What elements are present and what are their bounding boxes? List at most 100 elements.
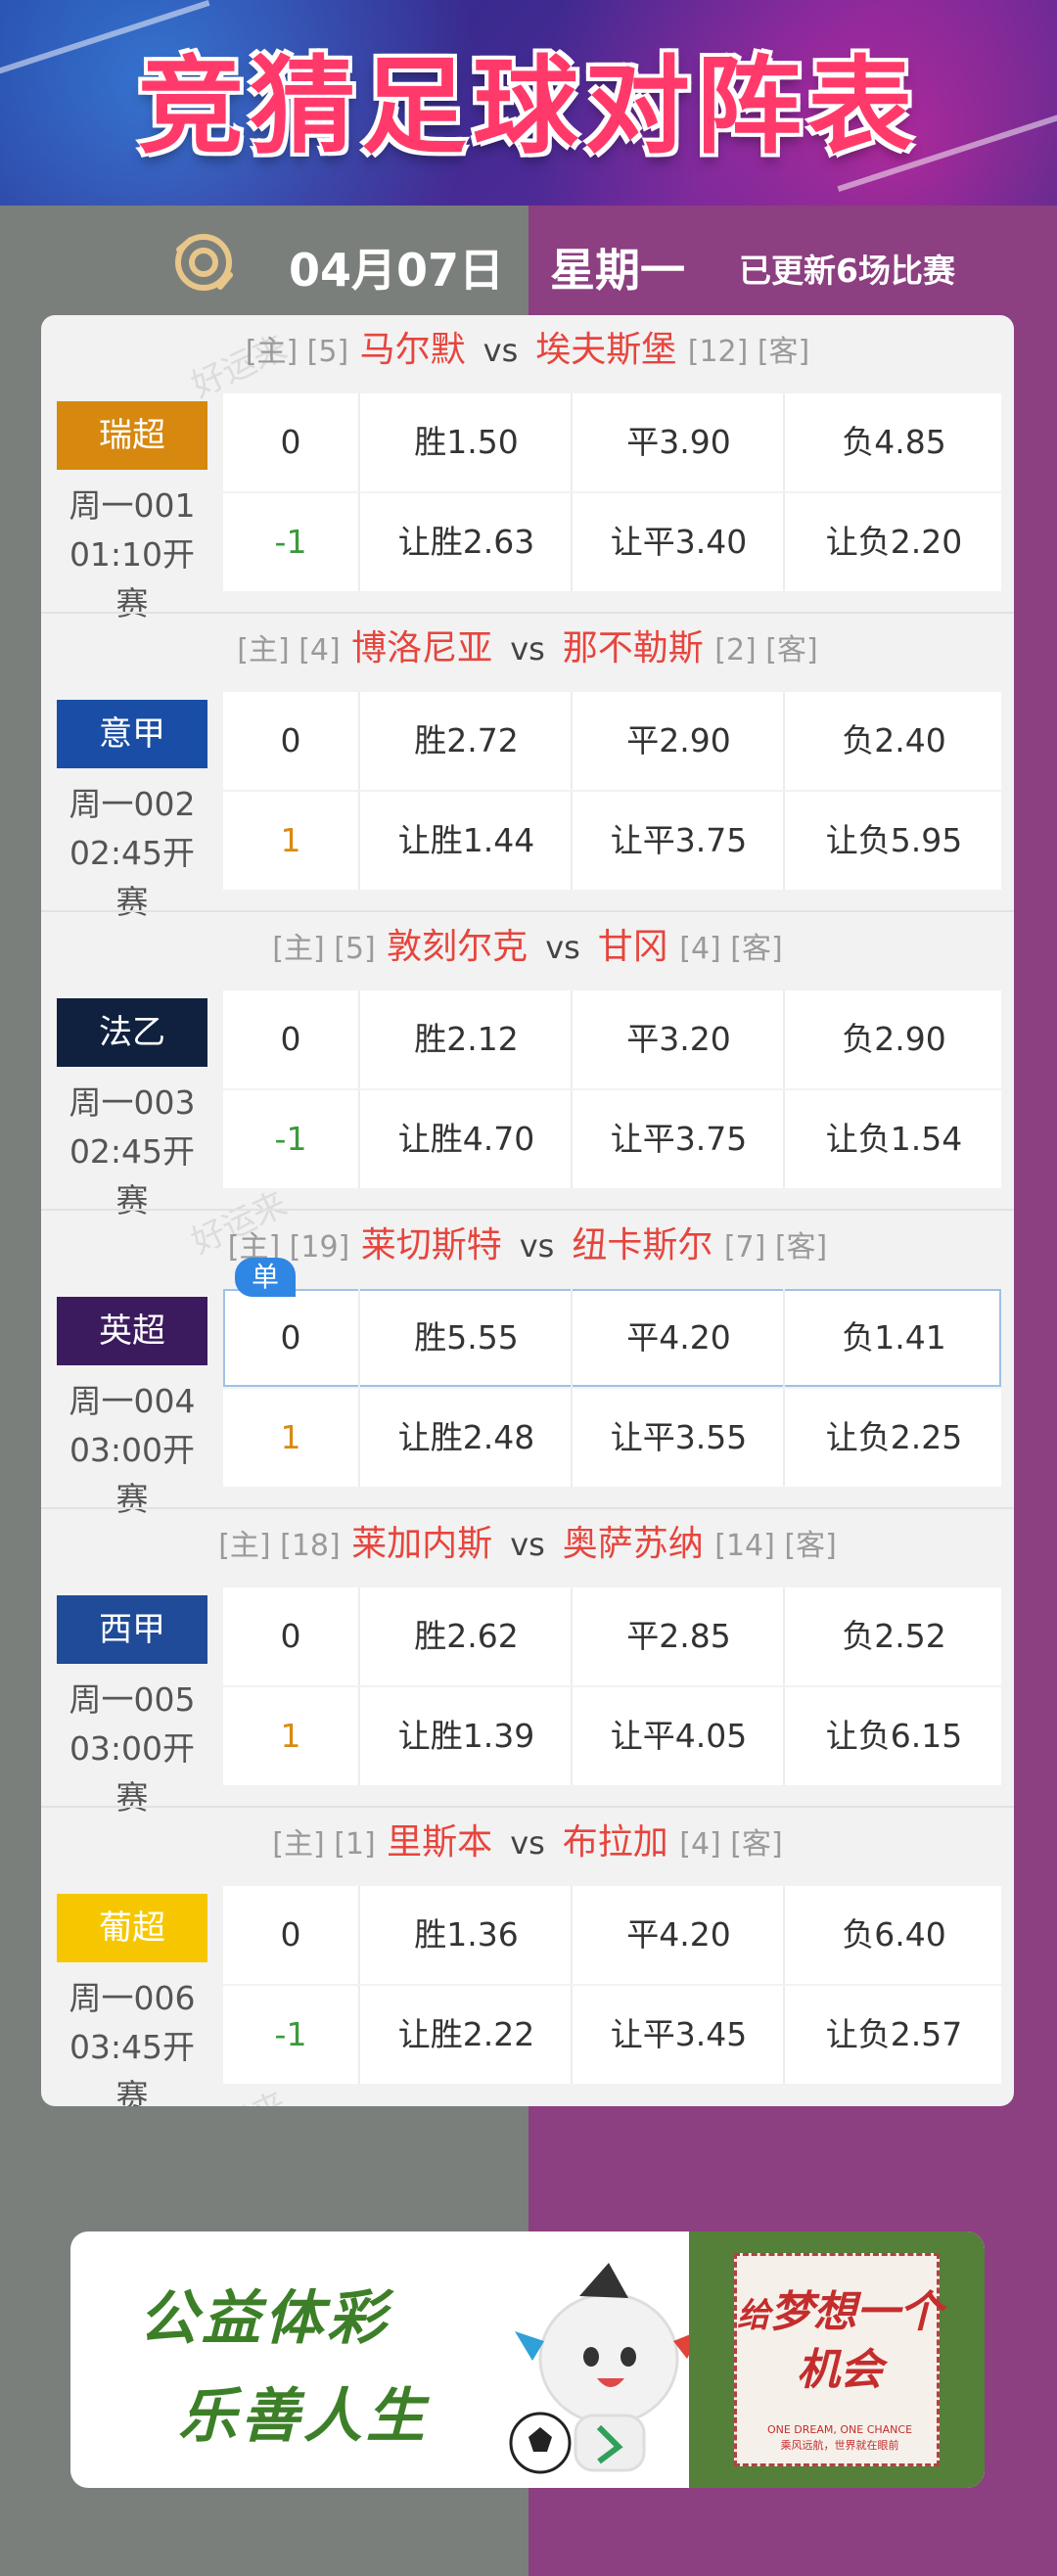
kickoff-time: 03:45开赛 xyxy=(69,2028,196,2106)
odds-handicap-lose[interactable]: 让负5.95 xyxy=(787,792,1001,890)
away-meta: [7] [客] xyxy=(723,1230,828,1265)
odds-win[interactable]: 胜1.50 xyxy=(362,393,573,491)
odds-draw[interactable]: 平4.20 xyxy=(574,1289,785,1387)
odds-handicap-lose[interactable]: 让负2.57 xyxy=(787,1986,1001,2084)
away-meta: [12] [客] xyxy=(687,335,810,369)
match-code: 周一001 xyxy=(69,486,196,525)
versus-label: vs xyxy=(519,1227,555,1265)
odds-draw[interactable]: 平2.85 xyxy=(574,1587,785,1685)
away-team: 甘冈 xyxy=(597,927,668,967)
odds-lose[interactable]: 负2.52 xyxy=(787,1587,1001,1685)
poster-subtext: ONE DREAM, ONE CHANCE 乘风远航，世界就在眼前 xyxy=(737,2422,942,2454)
match-info: 周一002 02:45开赛 xyxy=(57,780,207,927)
odds-draw[interactable]: 平3.20 xyxy=(574,990,785,1088)
promo-banner[interactable]: 公益体彩 乐善人生 给梦想一个 机会 ONE DREAM, ONE CHANCE… xyxy=(70,2231,985,2488)
odds-draw[interactable]: 平4.20 xyxy=(574,1886,785,1984)
poster-word: 梦想一个 xyxy=(770,2287,942,2337)
match-code: 周一002 xyxy=(69,785,196,823)
home-team: 敦刻尔克 xyxy=(387,927,528,967)
league-badge: 法乙 xyxy=(57,998,207,1067)
odds-row-handicap: 1 让胜2.48 让平3.55 让负2.25 xyxy=(223,1389,1001,1487)
match-code: 周一005 xyxy=(69,1680,196,1719)
odds-handicap-draw[interactable]: 让平3.40 xyxy=(574,493,785,591)
odds-row-standard: 0 胜2.12 平3.20 负2.90 xyxy=(223,990,1001,1088)
odds-draw[interactable]: 平3.90 xyxy=(574,393,785,491)
away-meta: [2] [客] xyxy=(714,633,818,667)
match-block: [主] [19] 莱切斯特 vs 纽卡斯尔 [7] [客] 英超 周一004 03:00开… xyxy=(41,1211,1014,1518)
odds-lose[interactable]: 负2.40 xyxy=(787,692,1001,790)
odds-win[interactable]: 胜2.62 xyxy=(362,1587,573,1685)
odds-handicap-draw[interactable]: 让平3.75 xyxy=(574,792,785,890)
odds-handicap-win[interactable]: 让胜1.44 xyxy=(362,792,573,890)
handicap-cell: 0 xyxy=(223,393,360,491)
slogan-line2: 乐善人生 xyxy=(178,2382,429,2451)
odds-row-handicap: -1 让胜2.22 让平3.45 让负2.57 xyxy=(223,1986,1001,2084)
away-meta: [4] [客] xyxy=(679,932,783,966)
handicap-cell: -1 xyxy=(223,1986,360,2084)
league-badge: 英超 xyxy=(57,1297,207,1365)
odds-handicap-draw[interactable]: 让平4.05 xyxy=(574,1687,785,1785)
match-block: [主] [4] 博洛尼亚 vs 那不勒斯 [2] [客] 意甲 周一002 02:45开赛… xyxy=(41,614,1014,921)
match-block: [主] [18] 莱加内斯 vs 奥萨苏纳 [14] [客] 西甲 周一005 03:00… xyxy=(41,1509,1014,1817)
handicap-cell: 0 xyxy=(223,1886,360,1984)
dream-poster: 给梦想一个 机会 ONE DREAM, ONE CHANCE 乘风远航，世界就在… xyxy=(689,2231,985,2488)
odds-win[interactable]: 胜2.72 xyxy=(362,692,573,790)
home-team: 博洛尼亚 xyxy=(351,628,493,668)
match-teams: [主] [4] 博洛尼亚 vs 那不勒斯 [2] [客] xyxy=(41,621,1014,676)
odds-handicap-win[interactable]: 让胜2.48 xyxy=(362,1389,573,1487)
match-info: 周一005 03:00开赛 xyxy=(57,1676,207,1822)
home-meta: [主] [1] xyxy=(272,1827,376,1862)
match-teams: [主] [5] 马尔默 vs 埃夫斯堡 [12] [客] xyxy=(41,323,1014,378)
match-teams: [主] [18] 莱加内斯 vs 奥萨苏纳 [14] [客] xyxy=(41,1517,1014,1572)
odds-grid: 0 胜1.36 平4.20 负6.40 -1 让胜2.22 让平3.45 让负2.57 xyxy=(223,1886,1001,2084)
handicap-cell: 0 xyxy=(223,1587,360,1685)
odds-draw[interactable]: 平2.90 xyxy=(574,692,785,790)
odds-handicap-lose[interactable]: 让负2.25 xyxy=(787,1389,1001,1487)
handicap-cell: 1 xyxy=(223,792,360,890)
odds-handicap-lose[interactable]: 让负2.20 xyxy=(787,493,1001,591)
odds-handicap-draw[interactable]: 让平3.45 xyxy=(574,1986,785,2084)
away-team: 奥萨苏纳 xyxy=(562,1524,704,1564)
odds-lose[interactable]: 负6.40 xyxy=(787,1886,1001,1984)
odds-row-standard: 0 胜1.50 平3.90 负4.85 xyxy=(223,393,1001,491)
odds-handicap-lose[interactable]: 让负1.54 xyxy=(787,1090,1001,1188)
match-block: [主] [5] 马尔默 vs 埃夫斯堡 [12] [客] 瑞超 周一001 01:10开赛… xyxy=(41,315,1014,622)
odds-row-handicap: 1 让胜1.39 让平4.05 让负6.15 xyxy=(223,1687,1001,1785)
odds-handicap-win[interactable]: 让胜1.39 xyxy=(362,1687,573,1785)
match-code: 周一003 xyxy=(69,1083,196,1122)
match-info: 周一001 01:10开赛 xyxy=(57,482,207,628)
update-count: 已更新6场比赛 xyxy=(739,252,955,290)
odds-handicap-win[interactable]: 让胜2.63 xyxy=(362,493,573,591)
odds-handicap-win[interactable]: 让胜2.22 xyxy=(362,1986,573,2084)
home-team: 里斯本 xyxy=(387,1822,493,1863)
odds-handicap-draw[interactable]: 让平3.55 xyxy=(574,1389,785,1487)
odds-row-handicap: -1 让胜4.70 让平3.75 让负1.54 xyxy=(223,1090,1001,1188)
odds-win[interactable]: 胜1.36 xyxy=(362,1886,573,1984)
handicap-cell: 1 xyxy=(223,1389,360,1487)
odds-grid: 0 胜2.12 平3.20 负2.90 -1 让胜4.70 让平3.75 让负1.54 xyxy=(223,990,1001,1188)
match-block: [主] [1] 里斯本 vs 布拉加 [4] [客] 葡超 周一006 03:45开赛 0 胜… xyxy=(41,1808,1014,2106)
odds-win[interactable]: 胜2.12 xyxy=(362,990,573,1088)
mascot-icon xyxy=(509,2263,703,2474)
match-code: 周一004 xyxy=(69,1382,196,1420)
odds-win[interactable]: 胜5.55 xyxy=(362,1289,573,1387)
slogan-line1: 公益体彩 xyxy=(139,2284,390,2353)
handicap-cell: -1 xyxy=(223,1090,360,1188)
odds-row-handicap: 1 让胜1.44 让平3.75 让负5.95 xyxy=(223,792,1001,890)
home-team: 莱加内斯 xyxy=(351,1524,493,1564)
odds-lose[interactable]: 负1.41 xyxy=(787,1289,1001,1387)
top-banner: 竞猜足球对阵表 xyxy=(0,0,1057,206)
away-team: 埃夫斯堡 xyxy=(535,330,677,370)
odds-lose[interactable]: 负4.85 xyxy=(787,393,1001,491)
odds-lose[interactable]: 负2.90 xyxy=(787,990,1001,1088)
home-meta: [主] [18] xyxy=(218,1529,341,1563)
weekday: 星期一 xyxy=(550,244,685,297)
odds-handicap-draw[interactable]: 让平3.75 xyxy=(574,1090,785,1188)
match-date: 04月07日 xyxy=(289,244,505,297)
odds-handicap-lose[interactable]: 让负6.15 xyxy=(787,1687,1001,1785)
away-meta: [14] [客] xyxy=(714,1529,837,1563)
poster-english: ONE DREAM, ONE CHANCE xyxy=(766,2423,913,2436)
page-title: 竞猜足球对阵表 xyxy=(137,46,919,168)
odds-handicap-win[interactable]: 让胜4.70 xyxy=(362,1090,573,1188)
match-teams: [主] [1] 里斯本 vs 布拉加 [4] [客] xyxy=(41,1816,1014,1870)
